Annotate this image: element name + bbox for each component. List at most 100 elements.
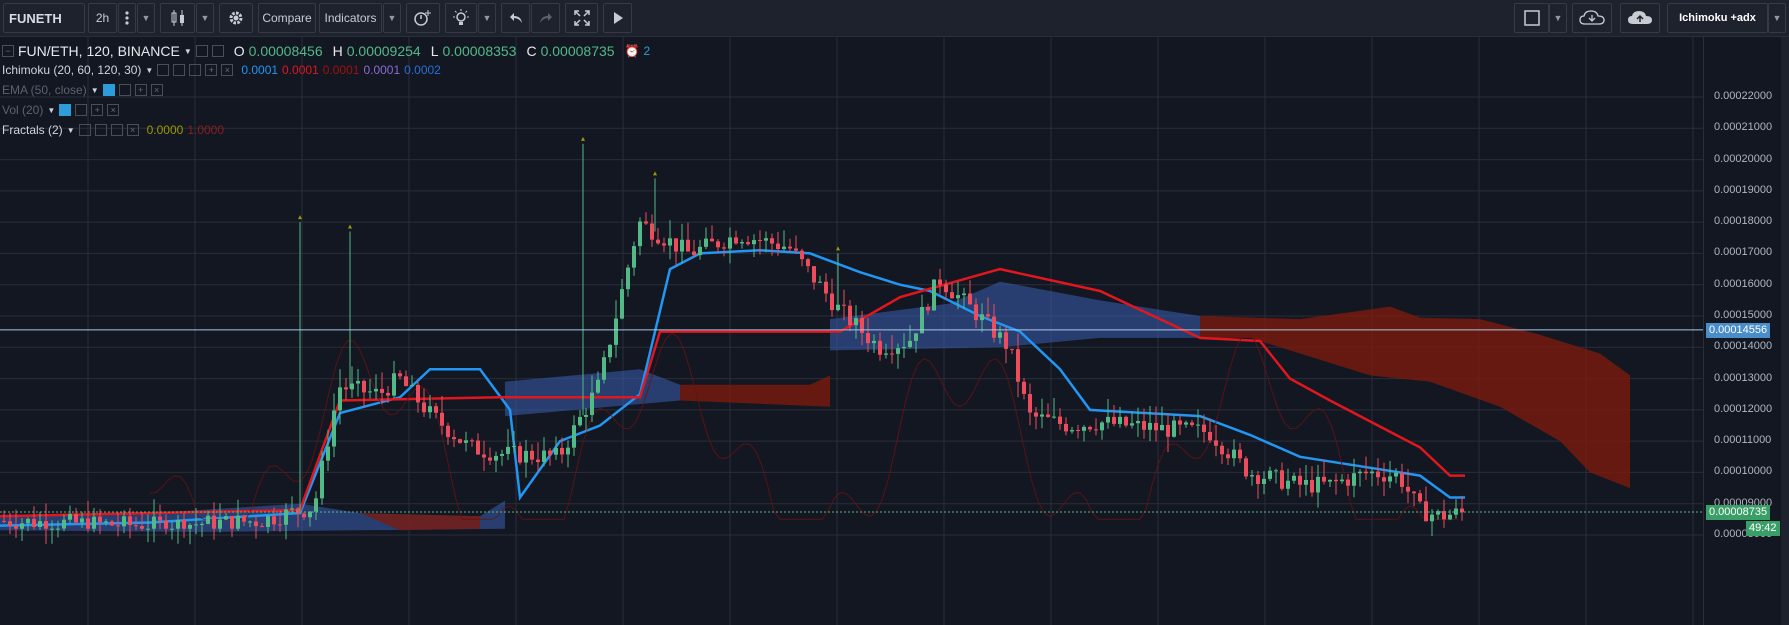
fractals-remove-icon[interactable]: × — [126, 124, 139, 136]
interval-button[interactable]: 2h — [88, 3, 117, 33]
candle-body — [764, 238, 768, 241]
candle-body — [1172, 420, 1176, 437]
candle-body — [1154, 422, 1158, 431]
candle-body — [380, 388, 384, 393]
candle-body — [542, 450, 546, 463]
fractals-source-icon[interactable] — [110, 124, 123, 136]
fractals-value-1: 0.0000 — [146, 123, 184, 137]
chart-style-dropdown-icon[interactable]: ▼ — [196, 3, 214, 33]
cloud-upload-icon[interactable] — [1620, 3, 1660, 33]
top-toolbar: FUNETH 2h ▼ ▼ Compare Indicators ▼ ▼ ▼ I… — [0, 0, 1789, 37]
candle-body — [650, 223, 654, 240]
candle-body — [704, 238, 708, 247]
replay-bulb-icon[interactable] — [445, 3, 477, 33]
volume-settings-icon[interactable] — [75, 104, 88, 116]
series-eye-icon[interactable] — [195, 45, 208, 57]
price-tick: 0.00015000 — [1714, 309, 1773, 321]
fractals-title[interactable]: Fractals (2) — [2, 123, 63, 137]
ichimoku-source-icon[interactable] — [189, 64, 202, 76]
compare-button[interactable]: Compare — [258, 3, 316, 33]
candle-body — [818, 281, 822, 283]
fractals-legend: Fractals (2) ▼ × 0.0000 1.0000 — [2, 123, 224, 137]
cloud-download-icon[interactable] — [1572, 3, 1612, 33]
candle-body — [1022, 381, 1026, 395]
indicators-dropdown-icon[interactable]: ▼ — [383, 3, 401, 33]
candle-body — [14, 526, 18, 529]
layout-dropdown-icon[interactable]: ▼ — [1549, 3, 1567, 33]
candle-body — [968, 293, 972, 305]
candle-body — [1370, 471, 1374, 474]
ema-eye-icon[interactable] — [102, 84, 115, 96]
candle-body — [788, 246, 792, 249]
ema-more-icon[interactable]: + — [134, 84, 147, 96]
candle-body — [1418, 493, 1422, 502]
layout-name-dropdown-icon[interactable]: ▼ — [1768, 3, 1786, 33]
price-tick: 0.00021000 — [1714, 121, 1773, 134]
ichimoku-caret-icon[interactable]: ▼ — [145, 66, 153, 75]
lagging-span-line — [149, 332, 1458, 520]
volume-eye-icon[interactable] — [59, 104, 72, 116]
layout-square-icon[interactable] — [1514, 3, 1549, 33]
right-panel-edge[interactable] — [1781, 37, 1789, 625]
price-axis[interactable]: 0.00022000 0.00021000 0.00020000 0.00019000… — [1703, 37, 1789, 625]
fractal-marker — [298, 215, 302, 220]
candle-body — [710, 238, 714, 242]
candle-body — [758, 240, 762, 242]
candle-body — [1352, 473, 1356, 486]
volume-more-icon[interactable]: + — [91, 104, 104, 116]
undo-icon[interactable] — [501, 3, 530, 33]
play-icon[interactable] — [603, 3, 632, 33]
layout-name-button[interactable]: Ichimoku +adx — [1667, 3, 1768, 33]
candle-body — [680, 239, 684, 252]
candle-body — [1424, 501, 1428, 522]
fractals-eye-icon[interactable] — [78, 124, 91, 136]
fractals-caret-icon[interactable]: ▼ — [67, 126, 75, 135]
settings-gear-icon[interactable] — [219, 3, 253, 33]
ichimoku-more-icon[interactable]: + — [205, 64, 218, 76]
ichimoku-eye-icon[interactable] — [157, 64, 170, 76]
candle-body — [1076, 430, 1080, 432]
ema-remove-icon[interactable]: × — [150, 84, 163, 96]
series-title[interactable]: FUN/ETH, 120, BINANCE — [18, 43, 180, 59]
candle-body — [110, 521, 114, 526]
volume-caret-icon[interactable]: ▼ — [47, 106, 55, 115]
alarm-clock-icon[interactable]: ⏰ — [625, 44, 640, 58]
chart-pane[interactable]: − FUN/ETH, 120, BINANCE ▼ O 0.00008456 H0… — [0, 37, 1703, 625]
fractal-marker — [581, 136, 585, 141]
ichimoku-settings-icon[interactable] — [173, 64, 186, 76]
candle-body — [128, 516, 132, 526]
candle-body — [1220, 445, 1224, 455]
ema-title[interactable]: EMA (50, close) — [2, 83, 87, 97]
volume-title[interactable]: Vol (20) — [2, 103, 43, 117]
fullscreen-icon[interactable] — [565, 3, 598, 33]
candle-body — [236, 515, 240, 529]
more-intervals-icon[interactable] — [118, 3, 136, 33]
ema-settings-icon[interactable] — [118, 84, 131, 96]
candle-body — [848, 305, 852, 326]
series-menu-caret-icon[interactable]: ▼ — [184, 47, 192, 56]
price-chart[interactable] — [0, 37, 1703, 625]
ichimoku-remove-icon[interactable]: × — [221, 64, 234, 76]
symbol-text: FUNETH — [9, 10, 62, 26]
candle-body — [1382, 477, 1386, 482]
volume-remove-icon[interactable]: × — [107, 104, 120, 116]
low-label: L — [430, 43, 439, 59]
symbol-search-input[interactable]: FUNETH — [3, 3, 85, 33]
ema-caret-icon[interactable]: ▼ — [91, 86, 99, 95]
candle-body — [452, 437, 456, 440]
redo-icon[interactable] — [531, 3, 560, 33]
interval-dropdown-icon[interactable]: ▼ — [137, 3, 155, 33]
ichimoku-title[interactable]: Ichimoku (20, 60, 120, 30) — [2, 63, 141, 77]
candle-body — [410, 384, 414, 387]
candle-body — [1106, 416, 1110, 423]
alert-add-icon[interactable] — [406, 3, 440, 33]
series-settings-icon[interactable] — [211, 45, 224, 57]
candle-body — [1358, 471, 1362, 474]
collapse-legend-icon[interactable]: − — [2, 45, 14, 57]
candle-body — [104, 521, 108, 523]
fractals-settings-icon[interactable] — [94, 124, 107, 136]
replay-dropdown-icon[interactable]: ▼ — [478, 3, 496, 33]
candle-body — [1244, 458, 1248, 477]
chart-style-candles-icon[interactable] — [160, 3, 195, 33]
indicators-button[interactable]: Indicators — [319, 3, 382, 33]
